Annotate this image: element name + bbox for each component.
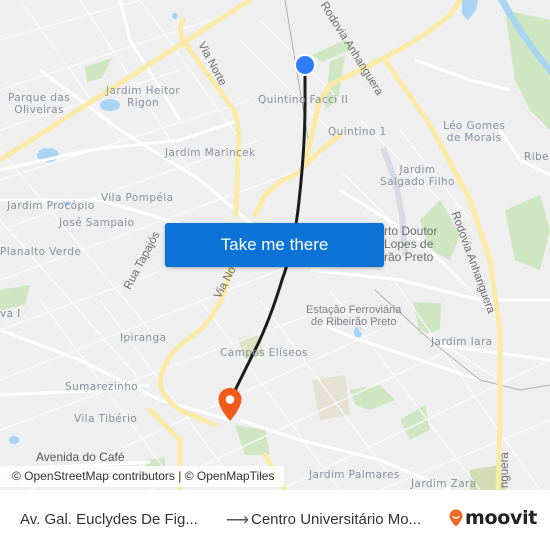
route-footer: Av. Gal. Euclydes De Fig... ⟶ Centro Uni… [0, 490, 550, 550]
map-label-station: Estação Ferroviária de Ribeirão Preto [306, 304, 402, 328]
map-label: Ipiranga [120, 332, 167, 344]
origin-name: Av. Gal. Euclydes De Fig... [20, 511, 198, 528]
lake [172, 13, 178, 19]
park [350, 385, 395, 410]
origin-dot-icon[interactable] [293, 53, 317, 77]
map-label: Jardim Zara [411, 478, 477, 490]
map-label: Jardim Salgado Filho [380, 164, 455, 188]
lake [9, 436, 19, 444]
map-label: José Sampaio [59, 217, 135, 229]
map-label: va I [0, 308, 21, 320]
map-label: Parque das Oliveiras [8, 92, 71, 116]
map-label: Jardim Marincek [165, 147, 256, 159]
map-label: Jardim Iara [431, 336, 493, 348]
street [0, 328, 231, 422]
destination-pin-icon[interactable] [217, 387, 243, 423]
park [505, 10, 550, 130]
destination-name: Centro Universitário Mo... [251, 511, 422, 528]
map-label-street: Avenida do Café [36, 450, 125, 464]
map-label: Planalto Verde [0, 246, 82, 258]
map-label: Ribei [524, 151, 550, 163]
street [414, 58, 511, 92]
map-view[interactable]: Parque das Oliveiras Jardim Heitor Rigon Q… [0, 0, 550, 490]
map-label: Vila Tibério [74, 413, 138, 425]
map-label-airport: rto Doutor Lopes de rão Preto [384, 224, 438, 264]
map-label: Campos Elíseos [220, 347, 308, 359]
map-label: Quintino 1 [328, 126, 387, 138]
map-label: Jardim Heitor Rigon [106, 85, 181, 109]
map-attribution[interactable]: © OpenStreetMap contributors | © OpenMap… [0, 466, 285, 487]
map-label: Quintino Facci II [258, 94, 349, 106]
park [0, 285, 30, 310]
moovit-wordmark: moovit [465, 507, 538, 529]
moovit-pin-icon [449, 509, 463, 527]
map-label: Sumarezinho [65, 381, 139, 393]
moovit-logo[interactable]: moovit [449, 507, 537, 529]
map-label: Jardim Palmares [309, 469, 400, 481]
park [85, 58, 112, 82]
map-label: Vila Pompéia [101, 192, 174, 204]
park [400, 405, 430, 440]
road-label: nguera [499, 452, 511, 488]
street [0, 118, 241, 172]
park [413, 302, 441, 335]
map-label: Léo Gomes de Morais [443, 120, 506, 144]
take-me-there-button[interactable]: Take me there [165, 223, 384, 267]
street [309, 268, 550, 302]
lake [462, 0, 478, 20]
arrow-right-icon: ⟶ [226, 512, 249, 529]
map-label: Jardim Procópio [7, 200, 95, 212]
park [505, 195, 550, 270]
